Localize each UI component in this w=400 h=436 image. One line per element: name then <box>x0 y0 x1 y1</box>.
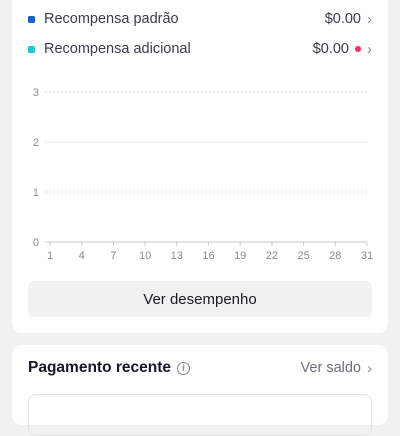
chevron-right-icon: › <box>367 359 372 377</box>
x-tick-label: 7 <box>110 250 116 262</box>
x-tick-label: 22 <box>266 250 278 262</box>
y-tick-label: 3 <box>33 87 39 99</box>
rewards-chart: 0123 1 4 7 10 13 16 19 22 25 28 31 <box>33 87 373 262</box>
x-tick-label: 19 <box>234 250 246 262</box>
x-tick-label: 1 <box>47 250 53 262</box>
rewards-card: Recompensa padrão $0.00 › Recompensa adi… <box>12 0 388 333</box>
x-tick-label: 13 <box>171 250 183 262</box>
see-balance-link[interactable]: Ver saldo › <box>301 360 372 376</box>
recent-payment-card: Pagamento recente i Ver saldo › <box>12 345 388 436</box>
x-tick-label: 28 <box>329 250 341 262</box>
x-tick-label: 31 <box>361 250 373 262</box>
recent-payment-title: Pagamento recente <box>28 359 171 376</box>
info-icon[interactable]: i <box>177 361 190 375</box>
x-tick-label: 10 <box>139 250 151 262</box>
x-tick-label: 25 <box>297 250 309 262</box>
y-tick-label: 2 <box>33 137 39 149</box>
see-balance-label: Ver saldo <box>300 360 361 376</box>
recent-payment-header: Pagamento recente i Ver saldo › <box>28 357 372 379</box>
y-tick-label: 0 <box>33 237 39 249</box>
x-tick-label: 16 <box>202 250 214 262</box>
recent-payment-item[interactable] <box>28 394 372 436</box>
view-performance-button[interactable]: Ver desempenho <box>28 281 372 317</box>
x-tick-label: 4 <box>79 250 85 262</box>
y-tick-label: 1 <box>33 187 39 199</box>
